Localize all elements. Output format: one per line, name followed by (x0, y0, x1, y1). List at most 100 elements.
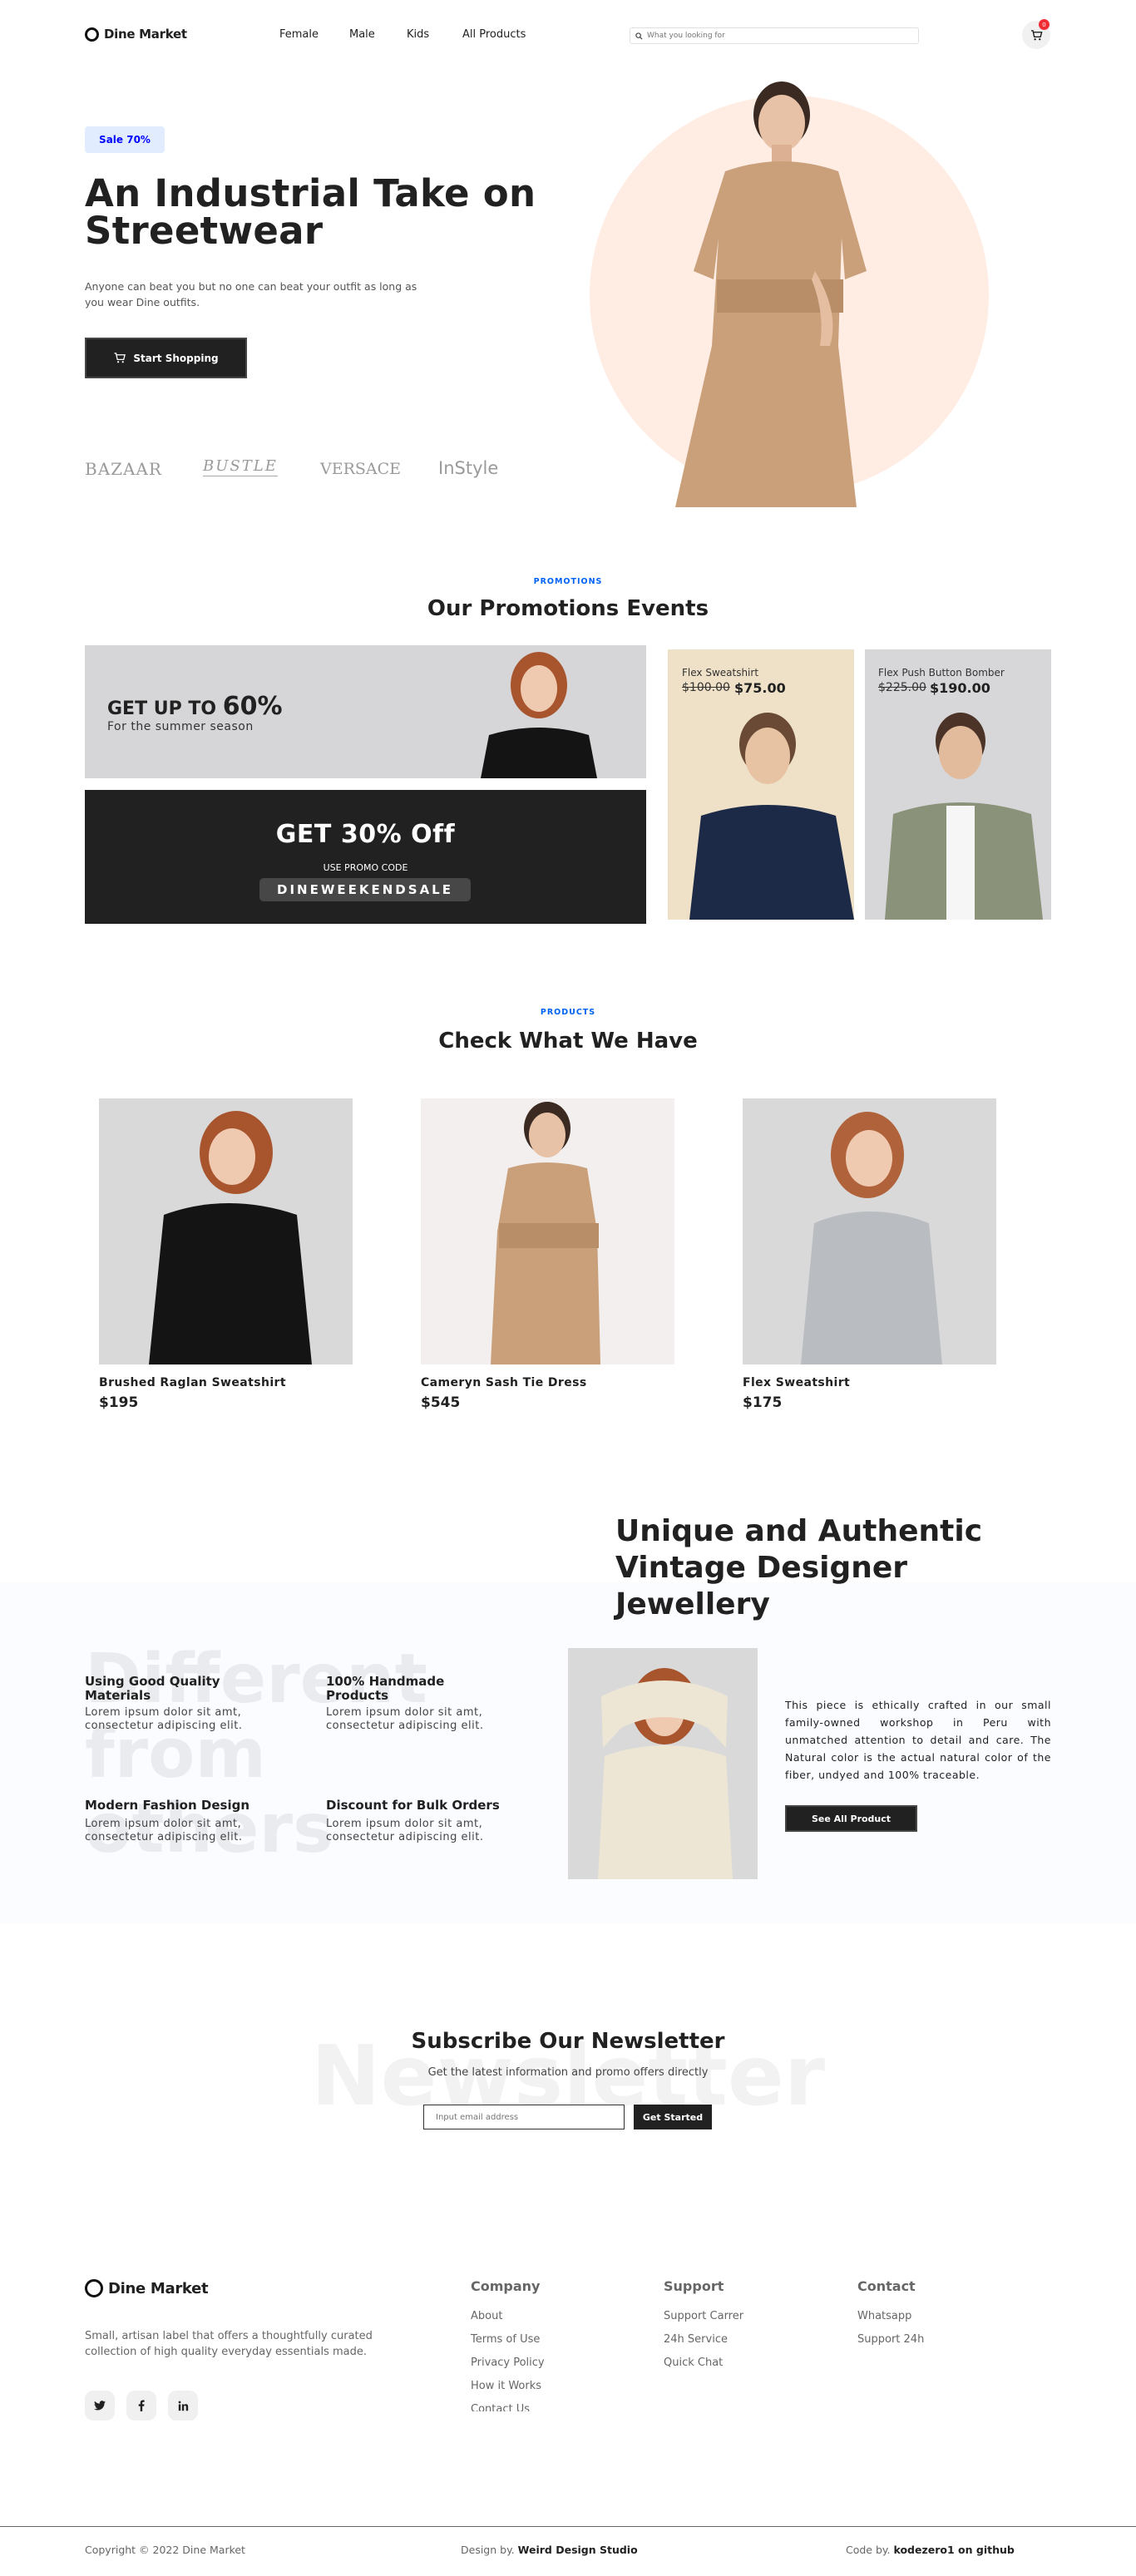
jewellery-model-image (568, 1648, 758, 1879)
start-shopping-button[interactable]: Start Shopping (85, 338, 247, 378)
footer-link-whatsapp[interactable]: Whatsapp (857, 2310, 924, 2322)
promo-summer-prefix: GET UP TO (107, 698, 217, 719)
promo-summer-model-image (472, 652, 597, 778)
code-credit: Code by. kodezero1 on github (846, 2544, 1015, 2556)
search-bar[interactable] (630, 27, 919, 44)
feature-title: Using Good Quality Materials (85, 1674, 220, 1703)
newsletter-title: Subscribe Our Newsletter (411, 2029, 725, 2054)
brand-logo-bazaar: BAZAAR (85, 459, 162, 479)
logo-text: Dine Market (108, 2279, 209, 2297)
promo-product-name: Flex Push Button Bomber (878, 667, 1005, 679)
promo-code-value[interactable]: DINEWEEKENDSALE (259, 878, 471, 901)
cart-button[interactable]: 0 (1022, 19, 1050, 49)
code-credit-label: Code by. (846, 2544, 891, 2556)
product-image[interactable] (99, 1098, 353, 1364)
promo-card-flex-sweatshirt[interactable]: Flex Sweatshirt $100.00 $75.00 (668, 649, 854, 920)
promo-old-price: $100.00 (682, 681, 730, 694)
nav-kids[interactable]: Kids (407, 28, 429, 41)
brand-logo-versace: VERSACE (320, 460, 402, 478)
search-input[interactable] (647, 32, 896, 40)
jewellery-description: This piece is ethically crafted in our s… (785, 1699, 1051, 1781)
cart-icon (114, 353, 126, 363)
footer-column-contact: Contact Whatsapp Support 24h (857, 2278, 924, 2346)
product-card[interactable]: Cameryn Sash Tie Dress $545 (421, 1098, 674, 1411)
promo-model-image (873, 708, 1051, 920)
products-title: Check What We Have (438, 1029, 698, 1054)
promo-model-image (676, 708, 854, 920)
footer-link-privacy[interactable]: Privacy Policy (471, 2356, 545, 2369)
social-links (85, 2391, 198, 2421)
product-card[interactable]: Brushed Raglan Sweatshirt $195 (99, 1098, 353, 1411)
footer-column-support: Support Support Carrer 24h Service Quick… (664, 2278, 743, 2369)
footer-column-title: Support (664, 2278, 724, 2294)
product-image[interactable] (743, 1098, 996, 1364)
product-card[interactable]: Flex Sweatshirt $175 (743, 1098, 996, 1411)
footer-link-quick-chat[interactable]: Quick Chat (664, 2356, 743, 2369)
logo-text: Dine Market (104, 27, 187, 42)
hero-description: Anyone can beat you but no one can beat … (85, 280, 417, 308)
design-credit-name: Weird Design Studio (517, 2544, 638, 2556)
product-name[interactable]: Cameryn Sash Tie Dress (421, 1376, 674, 1389)
facebook-icon[interactable] (126, 2391, 156, 2421)
promo-summer-percent: 60% (222, 692, 283, 721)
design-credit-label: Design by. (461, 2544, 515, 2556)
promo-old-price: $225.00 (878, 681, 926, 694)
promo-price: $75.00 (734, 680, 786, 696)
feature-title: Discount for Bulk Orders (326, 1798, 500, 1813)
footer-link-support-career[interactable]: Support Carrer (664, 2310, 743, 2322)
footer-divider (0, 2526, 1136, 2527)
footer-link-support-24h[interactable]: Support 24h (857, 2333, 924, 2346)
footer-link-contact[interactable]: Contact Us (471, 2403, 545, 2411)
promo-summer-subtitle: For the summer season (107, 720, 254, 733)
promotions-tag: PROMOTIONS (533, 577, 603, 586)
jewellery-title: Unique and Authentic Vintage Designer Je… (615, 1514, 983, 1621)
product-name[interactable]: Brushed Raglan Sweatshirt (99, 1376, 353, 1389)
product-price: $545 (421, 1394, 461, 1411)
feature-item: 100% Handmade Products Lorem ipsum dolor… (326, 1675, 501, 1733)
newsletter-email-input[interactable] (423, 2105, 625, 2129)
feature-item: Discount for Bulk Orders Lorem ipsum dol… (326, 1799, 501, 1844)
product-price: $195 (99, 1394, 139, 1411)
nav-all-products[interactable]: All Products (462, 28, 526, 41)
feature-text: Lorem ipsum dolor sit amt, consectetur a… (326, 1706, 484, 1732)
footer-column-company: Company About Terms of Use Privacy Polic… (471, 2278, 545, 2411)
nav-female[interactable]: Female (279, 28, 319, 41)
feature-item: Using Good Quality Materials Lorem ipsum… (85, 1675, 259, 1733)
linkedin-icon[interactable] (168, 2391, 198, 2421)
promo-card-summer[interactable]: GET UP TO 60% For the summer season (85, 645, 646, 778)
product-name[interactable]: Flex Sweatshirt (743, 1376, 996, 1389)
site-logo[interactable]: Dine Market (85, 27, 187, 42)
feature-text: Lorem ipsum dolor sit amt, consectetur a… (326, 1818, 484, 1843)
footer-link-terms[interactable]: Terms of Use (471, 2333, 545, 2346)
cart-icon (1030, 29, 1042, 40)
product-price: $175 (743, 1394, 783, 1411)
promo-card-bomber[interactable]: Flex Push Button Bomber $225.00 $190.00 (865, 649, 1051, 920)
sale-badge: Sale 70% (85, 126, 165, 153)
promo-code-label: USE PROMO CODE (323, 862, 408, 873)
feature-title: Modern Fashion Design (85, 1798, 249, 1813)
promo-price: $190.00 (930, 680, 990, 696)
products-tag: PRODUCTS (540, 1008, 596, 1017)
footer-logo[interactable]: Dine Market (85, 2279, 209, 2297)
footer-link-24h-service[interactable]: 24h Service (664, 2333, 743, 2346)
promotions-title: Our Promotions Events (427, 596, 709, 621)
logo-mark-icon (85, 2279, 103, 2297)
footer-about: Small, artisan label that offers a thoug… (85, 2330, 373, 2358)
footer-column-title: Contact (857, 2278, 916, 2294)
promo-card-code[interactable]: GET 30% Off USE PROMO CODE DINEWEEKENDSA… (85, 790, 646, 924)
promo-product-name: Flex Sweatshirt (682, 667, 759, 679)
feature-text: Lorem ipsum dolor sit amt, consectetur a… (85, 1818, 243, 1843)
code-credit-name: kodezero1 on github (893, 2544, 1015, 2556)
promo-summer-headline: GET UP TO 60% (107, 692, 283, 721)
footer-link-how-it-works[interactable]: How it Works (471, 2380, 545, 2392)
newsletter-submit-button[interactable]: Get Started (634, 2105, 712, 2129)
footer-column-title: Company (471, 2278, 541, 2294)
nav-male[interactable]: Male (349, 28, 375, 41)
brand-logo-instyle: InStyle (438, 458, 499, 478)
product-image[interactable] (421, 1098, 674, 1364)
feature-text: Lorem ipsum dolor sit amt, consectetur a… (85, 1706, 243, 1732)
feature-item: Modern Fashion Design Lorem ipsum dolor … (85, 1799, 259, 1844)
twitter-icon[interactable] (85, 2391, 115, 2421)
see-all-products-button[interactable]: See All Product (785, 1805, 917, 1832)
footer-link-about[interactable]: About (471, 2310, 545, 2322)
